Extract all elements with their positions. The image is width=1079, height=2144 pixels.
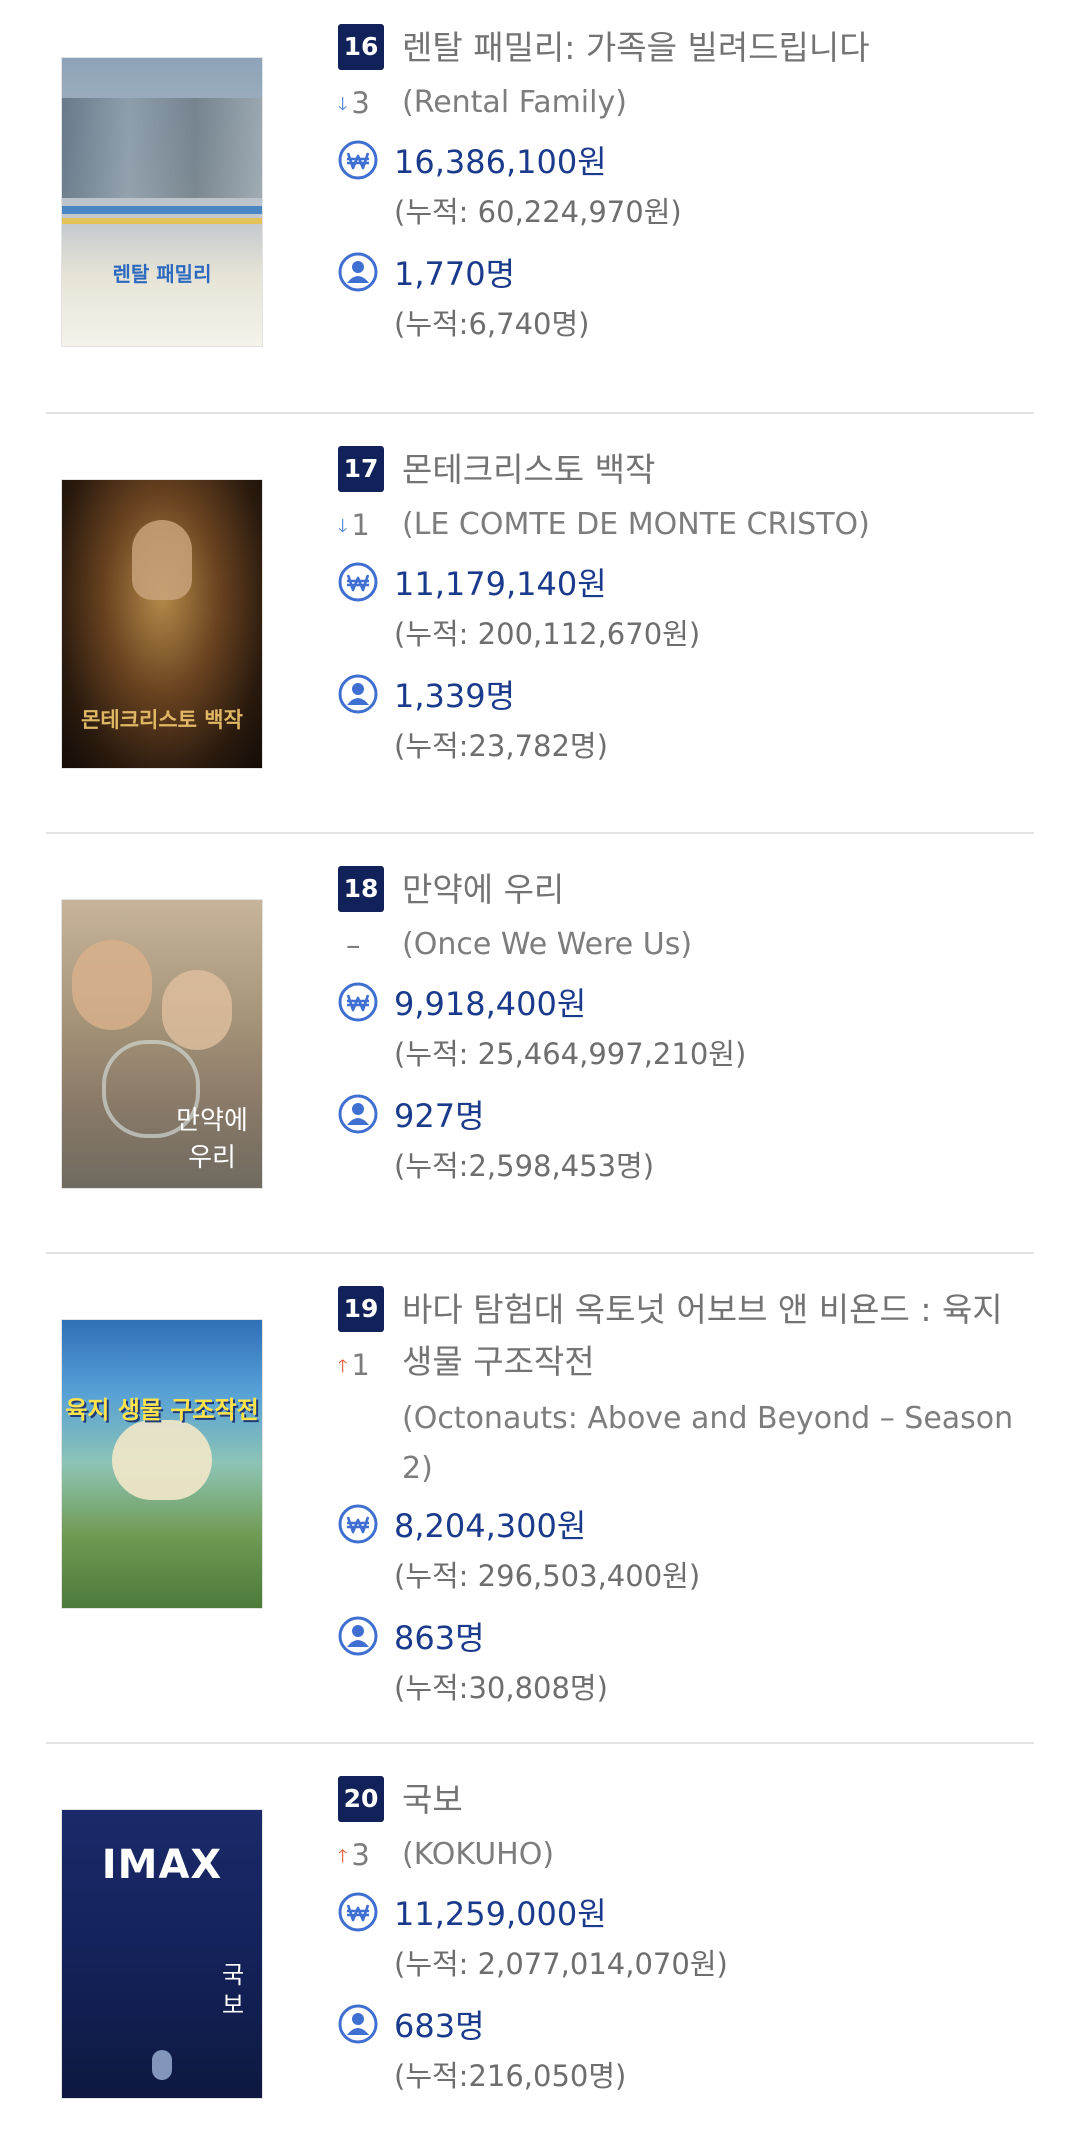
poster-subtitle: 국보 [222,1961,245,2019]
poster-title: IMAX [101,1842,223,1888]
user-icon [338,674,378,714]
rank-badge: 17 [338,446,384,492]
rank-change: 🡑 3 [338,1838,370,1872]
audience-count: 927명 [394,1097,485,1135]
divider [46,832,1034,834]
revenue-amount: 11,179,140원 [394,565,607,603]
revenue-amount: 9,918,400원 [394,985,587,1023]
poster-17[interactable]: 몬테크리스토 백작 [62,480,262,768]
won-icon [338,1892,378,1932]
audience-cumulative: (누적:2,598,453명) [394,1149,655,1183]
rank-change: 🡓 3 [338,86,370,120]
revenue-amount: 11,259,000원 [394,1895,607,1933]
audience-cumulative: (누적:216,050명) [394,2059,627,2093]
audience-cumulative: (누적:6,740명) [394,307,590,341]
audience-count: 1,770명 [394,255,516,293]
arrow-down-icon: 🡓 [338,94,348,115]
user-icon [338,1094,378,1134]
movie-english-title: (LE COMTE DE MONTE CRISTO) [402,507,870,542]
rank-change: 🡑 1 [338,1348,370,1382]
revenue-cumulative: (누적: 200,112,670원) [394,617,701,651]
revenue-cumulative: (누적: 2,077,014,070원) [394,1947,728,1981]
revenue-cumulative: (누적: 296,503,400원) [394,1559,701,1593]
won-icon [338,140,378,180]
box-office-list: 렌탈 패밀리 16 렌탈 패밀리: 가족을 빌려드립니다 🡓 3 (Rental … [0,0,1079,2144]
revenue-amount: 8,204,300원 [394,1507,587,1545]
won-icon [338,1504,378,1544]
movie-english-title: (Once We Were Us) [402,927,693,962]
movie-item-20[interactable]: IMAX 국보 20 국보 🡑 3 (KOKUHO) 11,259,000원 (누… [0,1752,1079,2144]
movie-english-title: (KOKUHO) [402,1837,555,1872]
rank-change: 🡓 1 [338,508,370,542]
movie-title[interactable]: 렌탈 패밀리: 가족을 빌려드립니다 [402,22,1022,74]
rank-change: – [346,928,361,962]
revenue-amount: 16,386,100원 [394,143,607,181]
movie-title[interactable]: 국보 [402,1774,1022,1826]
rank-badge: 16 [338,24,384,70]
user-icon [338,2004,378,2044]
divider [46,1252,1034,1254]
movie-title[interactable]: 바다 탐험대 옥토넛 어보브 앤 비욘드 : 육지생물 구조작전 [402,1284,1022,1388]
audience-cumulative: (누적:23,782명) [394,729,608,763]
movie-title[interactable]: 몬테크리스토 백작 [402,444,1022,496]
movie-title[interactable]: 만약에 우리 [402,864,1022,916]
poster-title: 몬테크리스토 백작 [81,708,243,732]
audience-count: 683명 [394,2007,485,2045]
poster-title: 육지 생물 구조작전 [65,1396,259,1424]
divider [46,1742,1034,1744]
movie-english-title: (Rental Family) [402,85,627,120]
rank-badge: 19 [338,1286,384,1332]
movie-english-title: (Octonauts: Above and Beyond – Season 2) [402,1401,1014,1486]
poster-19[interactable]: 육지 생물 구조작전 [62,1320,262,1608]
divider [46,412,1034,414]
user-icon [338,252,378,292]
arrow-up-icon: 🡑 [338,1356,348,1377]
won-icon [338,982,378,1022]
poster-16[interactable]: 렌탈 패밀리 [62,58,262,346]
poster-20[interactable]: IMAX 국보 [62,1810,262,2098]
rank-badge: 18 [338,866,384,912]
audience-cumulative: (누적:30,808명) [394,1671,608,1705]
revenue-cumulative: (누적: 25,464,997,210원) [394,1037,747,1071]
movie-item-18[interactable]: 만약에 우리 18 만약에 우리 – (Once We Were Us) 9,9… [0,842,1079,1252]
revenue-cumulative: (누적: 60,224,970원) [394,195,682,229]
audience-count: 1,339명 [394,677,516,715]
poster-title: 만약에 우리 [176,1106,248,1173]
poster-title: 렌탈 패밀리 [112,262,212,286]
arrow-up-icon: 🡑 [338,1846,348,1867]
rank-badge: 20 [338,1776,384,1822]
arrow-down-icon: 🡓 [338,516,348,537]
poster-18[interactable]: 만약에 우리 [62,900,262,1188]
movie-item-17[interactable]: 몬테크리스토 백작 17 몬테크리스토 백작 🡓 1 (LE COMTE DE M… [0,422,1079,832]
audience-count: 863명 [394,1619,485,1657]
movie-item-19[interactable]: 육지 생물 구조작전 19 바다 탐험대 옥토넛 어보브 앤 비욘드 : 육지생… [0,1262,1079,1742]
won-icon [338,562,378,602]
movie-item-16[interactable]: 렌탈 패밀리 16 렌탈 패밀리: 가족을 빌려드립니다 🡓 3 (Rental … [0,0,1079,412]
user-icon [338,1616,378,1656]
